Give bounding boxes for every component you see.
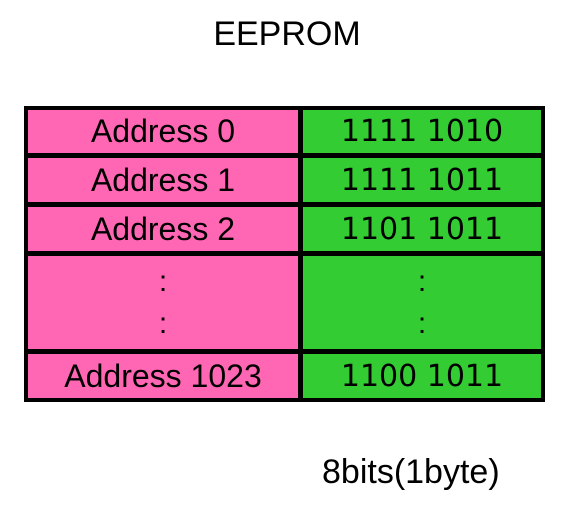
value-cell: 1111 1011	[303, 158, 541, 202]
address-cell: Address 2	[28, 207, 298, 251]
value-label: 1100 1011	[340, 358, 504, 394]
ellipsis-mark: :	[417, 306, 427, 340]
ellipsis-cell: : :	[303, 256, 541, 349]
address-cell: Address 0	[28, 110, 298, 153]
ellipsis-mark: :	[158, 306, 168, 340]
address-label: Address 2	[90, 210, 236, 247]
ellipsis-cell: : :	[28, 256, 298, 349]
ellipsis-mark: :	[158, 264, 168, 298]
byte-size-label: 8bits(1byte)	[322, 453, 500, 491]
value-cell: 1111 1010	[303, 110, 541, 153]
address-label: Address 1023	[64, 357, 262, 394]
value-label: 1111 1011	[340, 162, 504, 198]
address-cell: Address 1	[28, 158, 298, 202]
memory-table: Address 0 1111 1010 Address 1 1111 1011 …	[24, 106, 545, 402]
address-label: Address 0	[90, 113, 236, 149]
address-cell: Address 1023	[28, 354, 298, 398]
address-label: Address 1	[90, 161, 236, 198]
ellipsis-mark: :	[417, 264, 427, 298]
value-label: 1111 1010	[340, 114, 504, 149]
diagram-title: EEPROM	[213, 15, 361, 53]
value-cell: 1100 1011	[303, 354, 541, 398]
value-cell: 1101 1011	[303, 207, 541, 251]
value-label: 1101 1011	[340, 211, 504, 247]
